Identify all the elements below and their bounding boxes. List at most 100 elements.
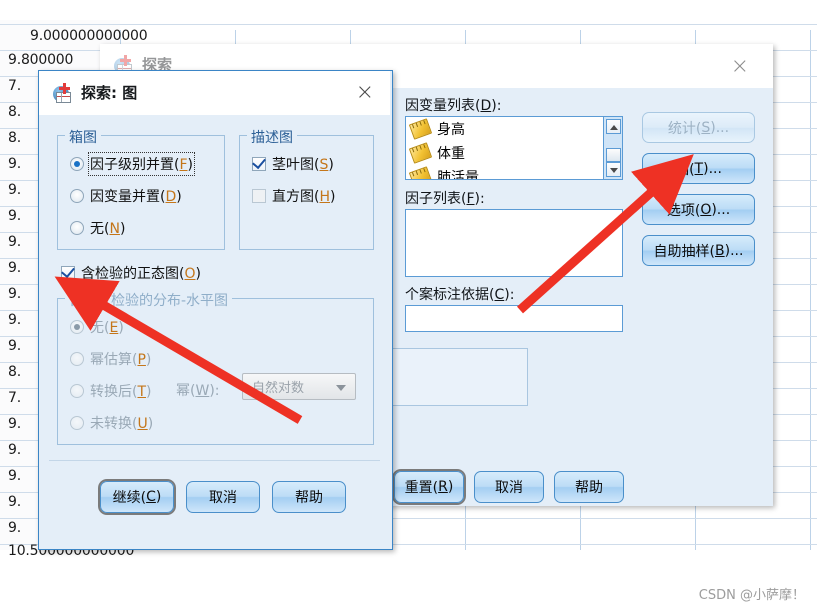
sheet-cell[interactable]: 9. xyxy=(8,416,21,432)
case-label-label: 个案标注依据(C): xyxy=(405,287,515,303)
sheet-cell[interactable]: 9.800000 xyxy=(8,52,73,68)
sheet-cell[interactable]: 9. xyxy=(8,182,21,198)
radio-untransformed: 未转换(U) xyxy=(70,413,153,433)
radio-label: 幂估算(P) xyxy=(90,352,152,368)
scale-measure-icon xyxy=(408,166,433,179)
sheet-cell[interactable]: 9. xyxy=(8,520,21,536)
list-item-label: 体重 xyxy=(437,146,465,162)
radio-icon[interactable] xyxy=(70,221,84,235)
sheet-cell[interactable]: 9. xyxy=(8,260,21,276)
checkbox-icon[interactable] xyxy=(252,157,266,171)
case-label-field[interactable] xyxy=(405,305,623,332)
sheet-cell[interactable]: 9. xyxy=(8,286,21,302)
plots-help-button[interactable]: 帮助 xyxy=(272,481,346,513)
sheet-cell[interactable]: 9. xyxy=(8,442,21,458)
factor-list-label: 因子列表(F): xyxy=(405,191,485,207)
power-transform-combobox[interactable]: 自然对数 xyxy=(242,373,356,400)
descriptive-group: 描述图 茎叶图(S) 直方图(H) xyxy=(239,127,374,250)
factor-list[interactable] xyxy=(405,209,623,277)
dependent-list-label: 因变量列表(D): xyxy=(405,98,502,114)
radio-boxplot-none[interactable]: 无(N) xyxy=(70,218,125,238)
list-item[interactable]: 身高 xyxy=(406,117,603,141)
dependent-list[interactable]: 身高 体重 肺活量 xyxy=(405,116,623,180)
grid-hline xyxy=(0,24,817,25)
plots-dialog-title: 探索: 图 xyxy=(81,84,138,102)
checkbox-icon[interactable] xyxy=(252,189,266,203)
radio-label: 转换后(T) xyxy=(90,384,152,400)
spread-group-legend: 含莱文检验的分布-水平图 xyxy=(65,290,233,310)
radio-icon xyxy=(70,352,84,366)
cancel-button[interactable]: 取消 xyxy=(474,471,544,503)
checkbox-histogram[interactable]: 直方图(H) xyxy=(252,186,335,206)
statistics-button: 统计(S)... xyxy=(642,112,755,143)
sheet-cell[interactable]: 8. xyxy=(8,364,21,380)
radio-label: 因子级别并置(F) xyxy=(88,152,195,176)
spss-plots-icon xyxy=(51,82,73,103)
radio-power-estimation: 幂估算(P) xyxy=(70,349,151,369)
radio-label: 无(E) xyxy=(90,320,124,336)
reset-button[interactable]: 重置(R) xyxy=(394,471,464,503)
sheet-cell[interactable]: 9. xyxy=(8,234,21,250)
radio-icon xyxy=(70,320,84,334)
normality-checkbox-icon[interactable] xyxy=(61,266,75,280)
plots-separator xyxy=(49,460,380,461)
scale-measure-icon xyxy=(408,118,433,140)
radio-icon xyxy=(70,384,84,398)
sheet-cell[interactable]: 7. xyxy=(8,78,21,94)
plots-button[interactable]: 图(T)... xyxy=(642,153,755,184)
plots-body: 箱图 因子级别并置(F) 因变量并置(D) 无(N) 描述图 茎叶图(S) 直方图(H… xyxy=(39,115,390,547)
boxplot-group-legend: 箱图 xyxy=(65,127,101,147)
sheet-cell[interactable]: 9. xyxy=(8,156,21,172)
radio-transformed: 转换后(T) xyxy=(70,381,152,401)
sheet-cell[interactable]: 9. xyxy=(8,208,21,224)
sheet-cell[interactable]: 7. xyxy=(8,390,21,406)
plots-close-icon[interactable]: × xyxy=(356,82,374,104)
sheet-cell[interactable]: 9. xyxy=(8,494,21,510)
list-item-label: 肺活量 xyxy=(437,170,479,180)
boxplot-group: 箱图 因子级别并置(F) 因变量并置(D) 无(N) xyxy=(57,127,225,250)
sheet-cell[interactable]: 8. xyxy=(8,130,21,146)
plots-cancel-button[interactable]: 取消 xyxy=(186,481,260,513)
options-button[interactable]: 选项(O)... xyxy=(642,194,755,225)
sheet-cell[interactable]: 9. xyxy=(8,468,21,484)
power-transform-value: 自然对数 xyxy=(252,381,305,396)
checkbox-label: 茎叶图(S) xyxy=(272,157,334,173)
scroll-thumb[interactable] xyxy=(606,148,621,162)
checkbox-stem-and-leaf[interactable]: 茎叶图(S) xyxy=(252,154,334,174)
scroll-down-icon[interactable] xyxy=(606,162,621,177)
radio-dependents-together[interactable]: 因变量并置(D) xyxy=(70,186,182,206)
radio-icon[interactable] xyxy=(70,189,84,203)
watermark: CSDN @小萨摩！ xyxy=(698,588,805,603)
plots-dialog[interactable]: 探索: 图 × 箱图 因子级别并置(F) 因变量并置(D) 无(N) 描述图 茎叶图… xyxy=(38,70,393,550)
descriptive-group-legend: 描述图 xyxy=(247,127,297,147)
radio-icon xyxy=(70,416,84,430)
continue-button[interactable]: 继续(C) xyxy=(100,481,174,513)
spread-vs-level-group: 含莱文检验的分布-水平图 无(E) 幂估算(P) 转换后(T) 未转换(U) 幂(W)… xyxy=(57,290,374,445)
radio-factor-levels-together[interactable]: 因子级别并置(F) xyxy=(70,152,195,176)
radio-label: 因变量并置(D) xyxy=(90,189,182,205)
plots-titlebar: 探索: 图 × xyxy=(39,71,390,115)
dependent-list-scrollbar[interactable] xyxy=(603,117,622,179)
normality-checkbox-label: 含检验的正态图(O) xyxy=(81,266,201,282)
list-item[interactable]: 肺活量 xyxy=(406,165,603,180)
sheet-cell[interactable]: 9. xyxy=(8,312,21,328)
power-label: 幂(W): xyxy=(176,383,220,399)
sheet-cell[interactable]: 8. xyxy=(8,104,21,120)
checkbox-label: 直方图(H) xyxy=(272,189,336,205)
scroll-up-icon[interactable] xyxy=(606,119,621,134)
list-item[interactable]: 体重 xyxy=(406,141,603,165)
checkbox-normality-plots-with-tests[interactable]: 含检验的正态图(O) xyxy=(61,263,201,283)
grid-vline xyxy=(810,30,811,550)
radio-label: 未转换(U) xyxy=(90,416,154,432)
explore-close-icon[interactable]: × xyxy=(731,56,749,78)
chevron-down-icon[interactable] xyxy=(336,384,346,391)
list-item-label: 身高 xyxy=(437,122,465,138)
help-button[interactable]: 帮助 xyxy=(554,471,624,503)
radio-spread-none: 无(E) xyxy=(70,317,124,337)
bootstrap-button[interactable]: 自助抽样(B)... xyxy=(642,235,755,266)
sheet-cell[interactable]: 9.000000000000 xyxy=(30,28,148,44)
radio-label: 无(N) xyxy=(90,221,126,237)
radio-icon[interactable] xyxy=(70,157,84,171)
sheet-cell[interactable]: 9. xyxy=(8,338,21,354)
scale-measure-icon xyxy=(408,142,433,164)
